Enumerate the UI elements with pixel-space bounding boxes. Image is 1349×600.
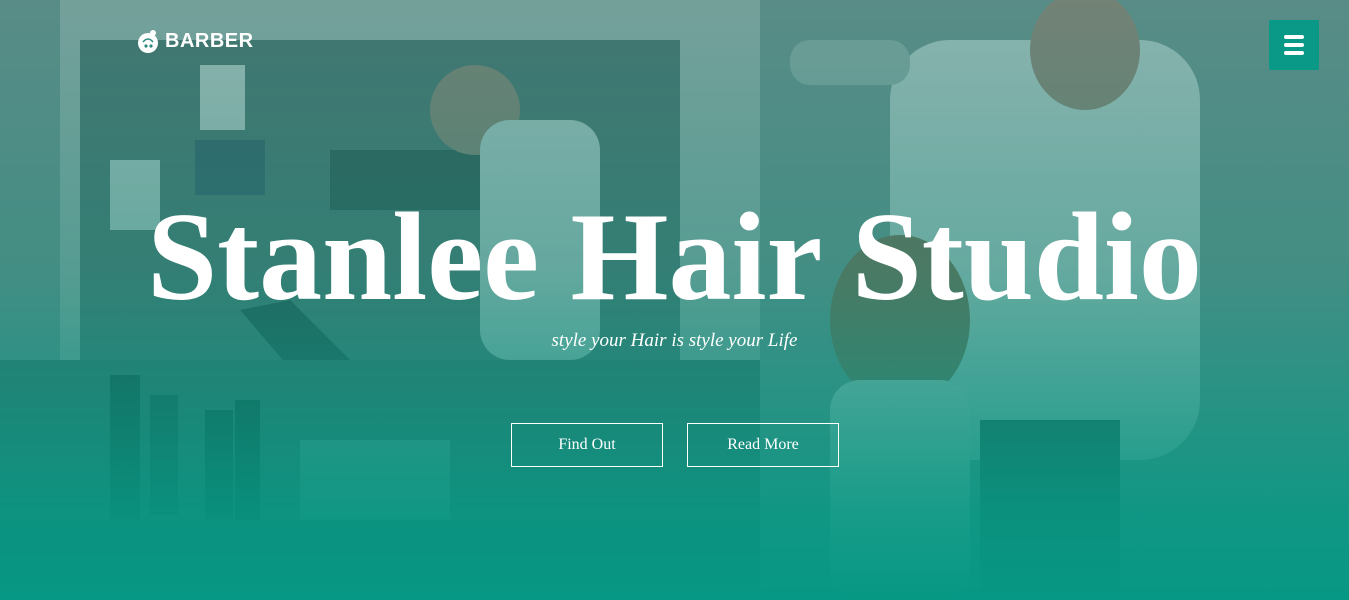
barber-logo-icon xyxy=(138,30,158,53)
menu-button[interactable] xyxy=(1269,20,1319,70)
hamburger-menu-icon-bar xyxy=(1284,43,1304,47)
brand-name: BARBER xyxy=(165,29,254,52)
hero-subtitle: style your Hair is style your Life xyxy=(551,330,798,351)
brand-logo[interactable]: BARBER xyxy=(136,27,254,55)
hero-section: BARBER Stanlee Hair Studio style your Ha… xyxy=(0,0,1349,600)
hamburger-menu-icon-bar xyxy=(1284,51,1304,55)
hamburger-menu-icon xyxy=(1284,35,1304,39)
hero-title: Stanlee Hair Studio xyxy=(147,188,1202,327)
read-more-button[interactable]: Read More xyxy=(687,423,839,467)
find-out-button[interactable]: Find Out xyxy=(511,423,663,467)
